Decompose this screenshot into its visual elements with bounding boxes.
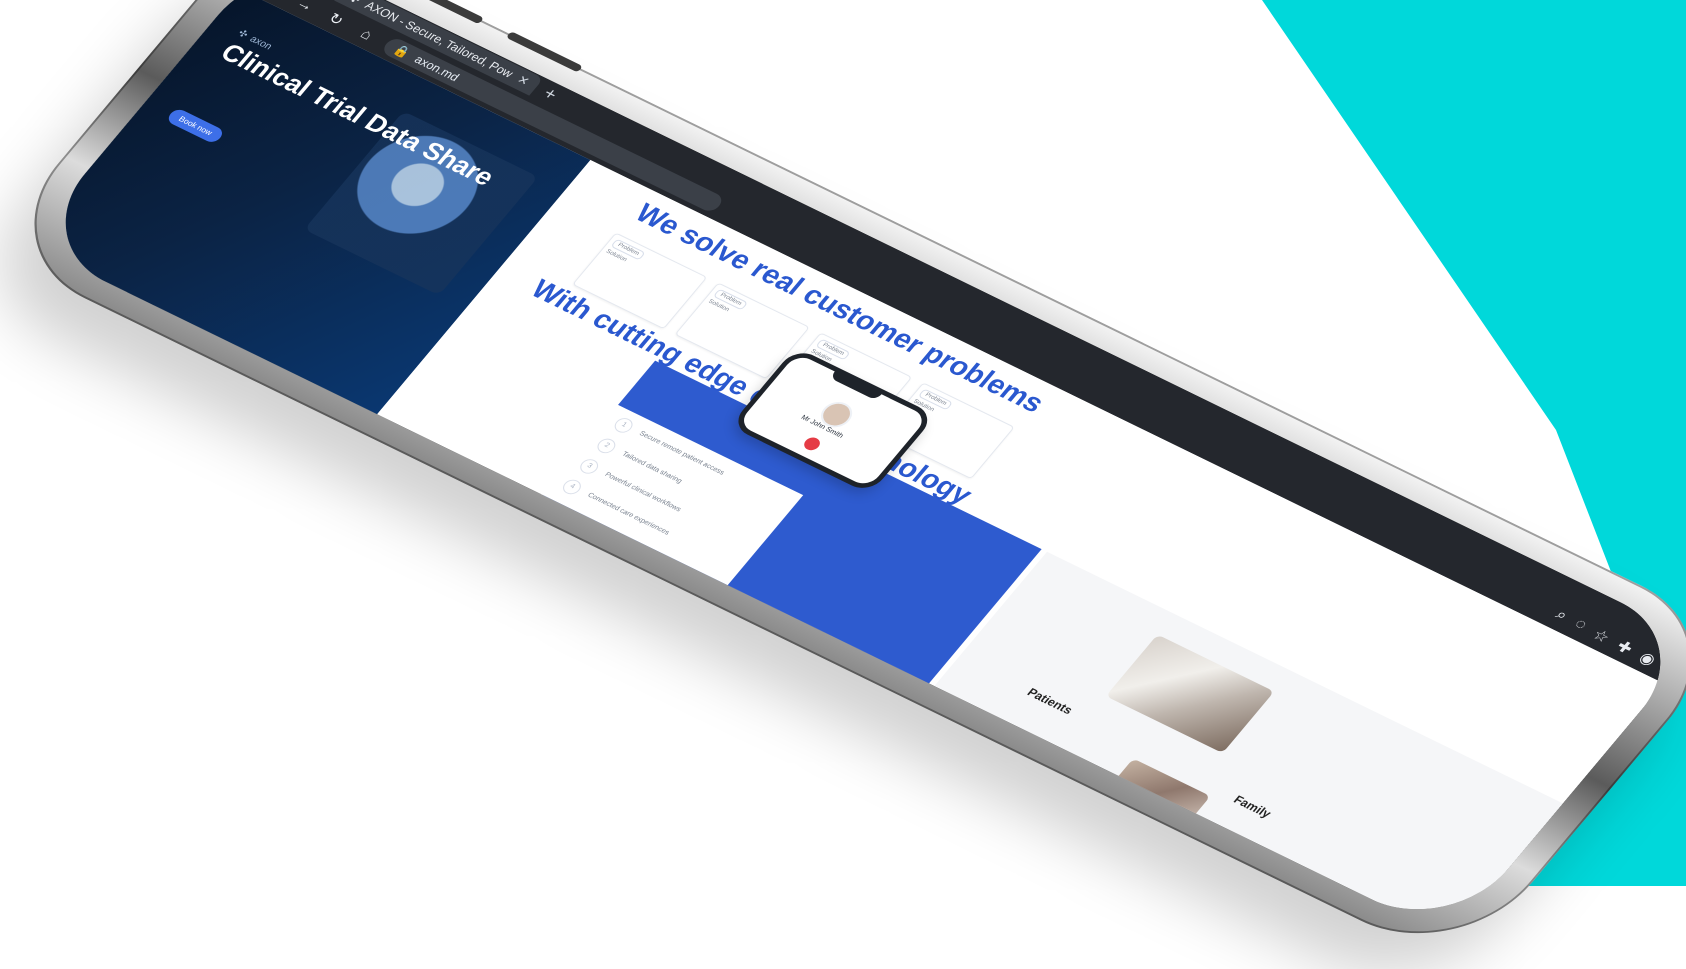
close-tab-icon[interactable]: ✕ (514, 73, 532, 88)
feature-number: 2 (593, 436, 619, 456)
feature-number: 4 (559, 477, 585, 497)
card-label: Solution (604, 248, 628, 264)
zoom-icon[interactable]: ⌕ (1550, 607, 1571, 627)
feature-number: 3 (576, 456, 602, 477)
profile-icon[interactable]: ◉ (1635, 648, 1661, 670)
card-label: Solution (706, 298, 731, 314)
new-tab-icon[interactable]: + (539, 84, 562, 104)
patients-heading: Patients (1024, 685, 1076, 717)
end-call-button[interactable] (801, 435, 823, 453)
extensions-icon[interactable]: ✚ (1612, 637, 1637, 659)
eye-slash-icon[interactable]: ◌ (1569, 616, 1591, 636)
family-heading: Family (1230, 792, 1275, 821)
star-icon[interactable]: ☆ (1588, 625, 1614, 647)
doctor-patient-photo (1105, 634, 1275, 754)
feature-number: 1 (611, 415, 637, 436)
hero-cta-button[interactable]: Book now (165, 107, 226, 145)
tab-favicon-icon: ✣ (346, 0, 364, 6)
lock-icon: 🔒 (390, 42, 414, 61)
